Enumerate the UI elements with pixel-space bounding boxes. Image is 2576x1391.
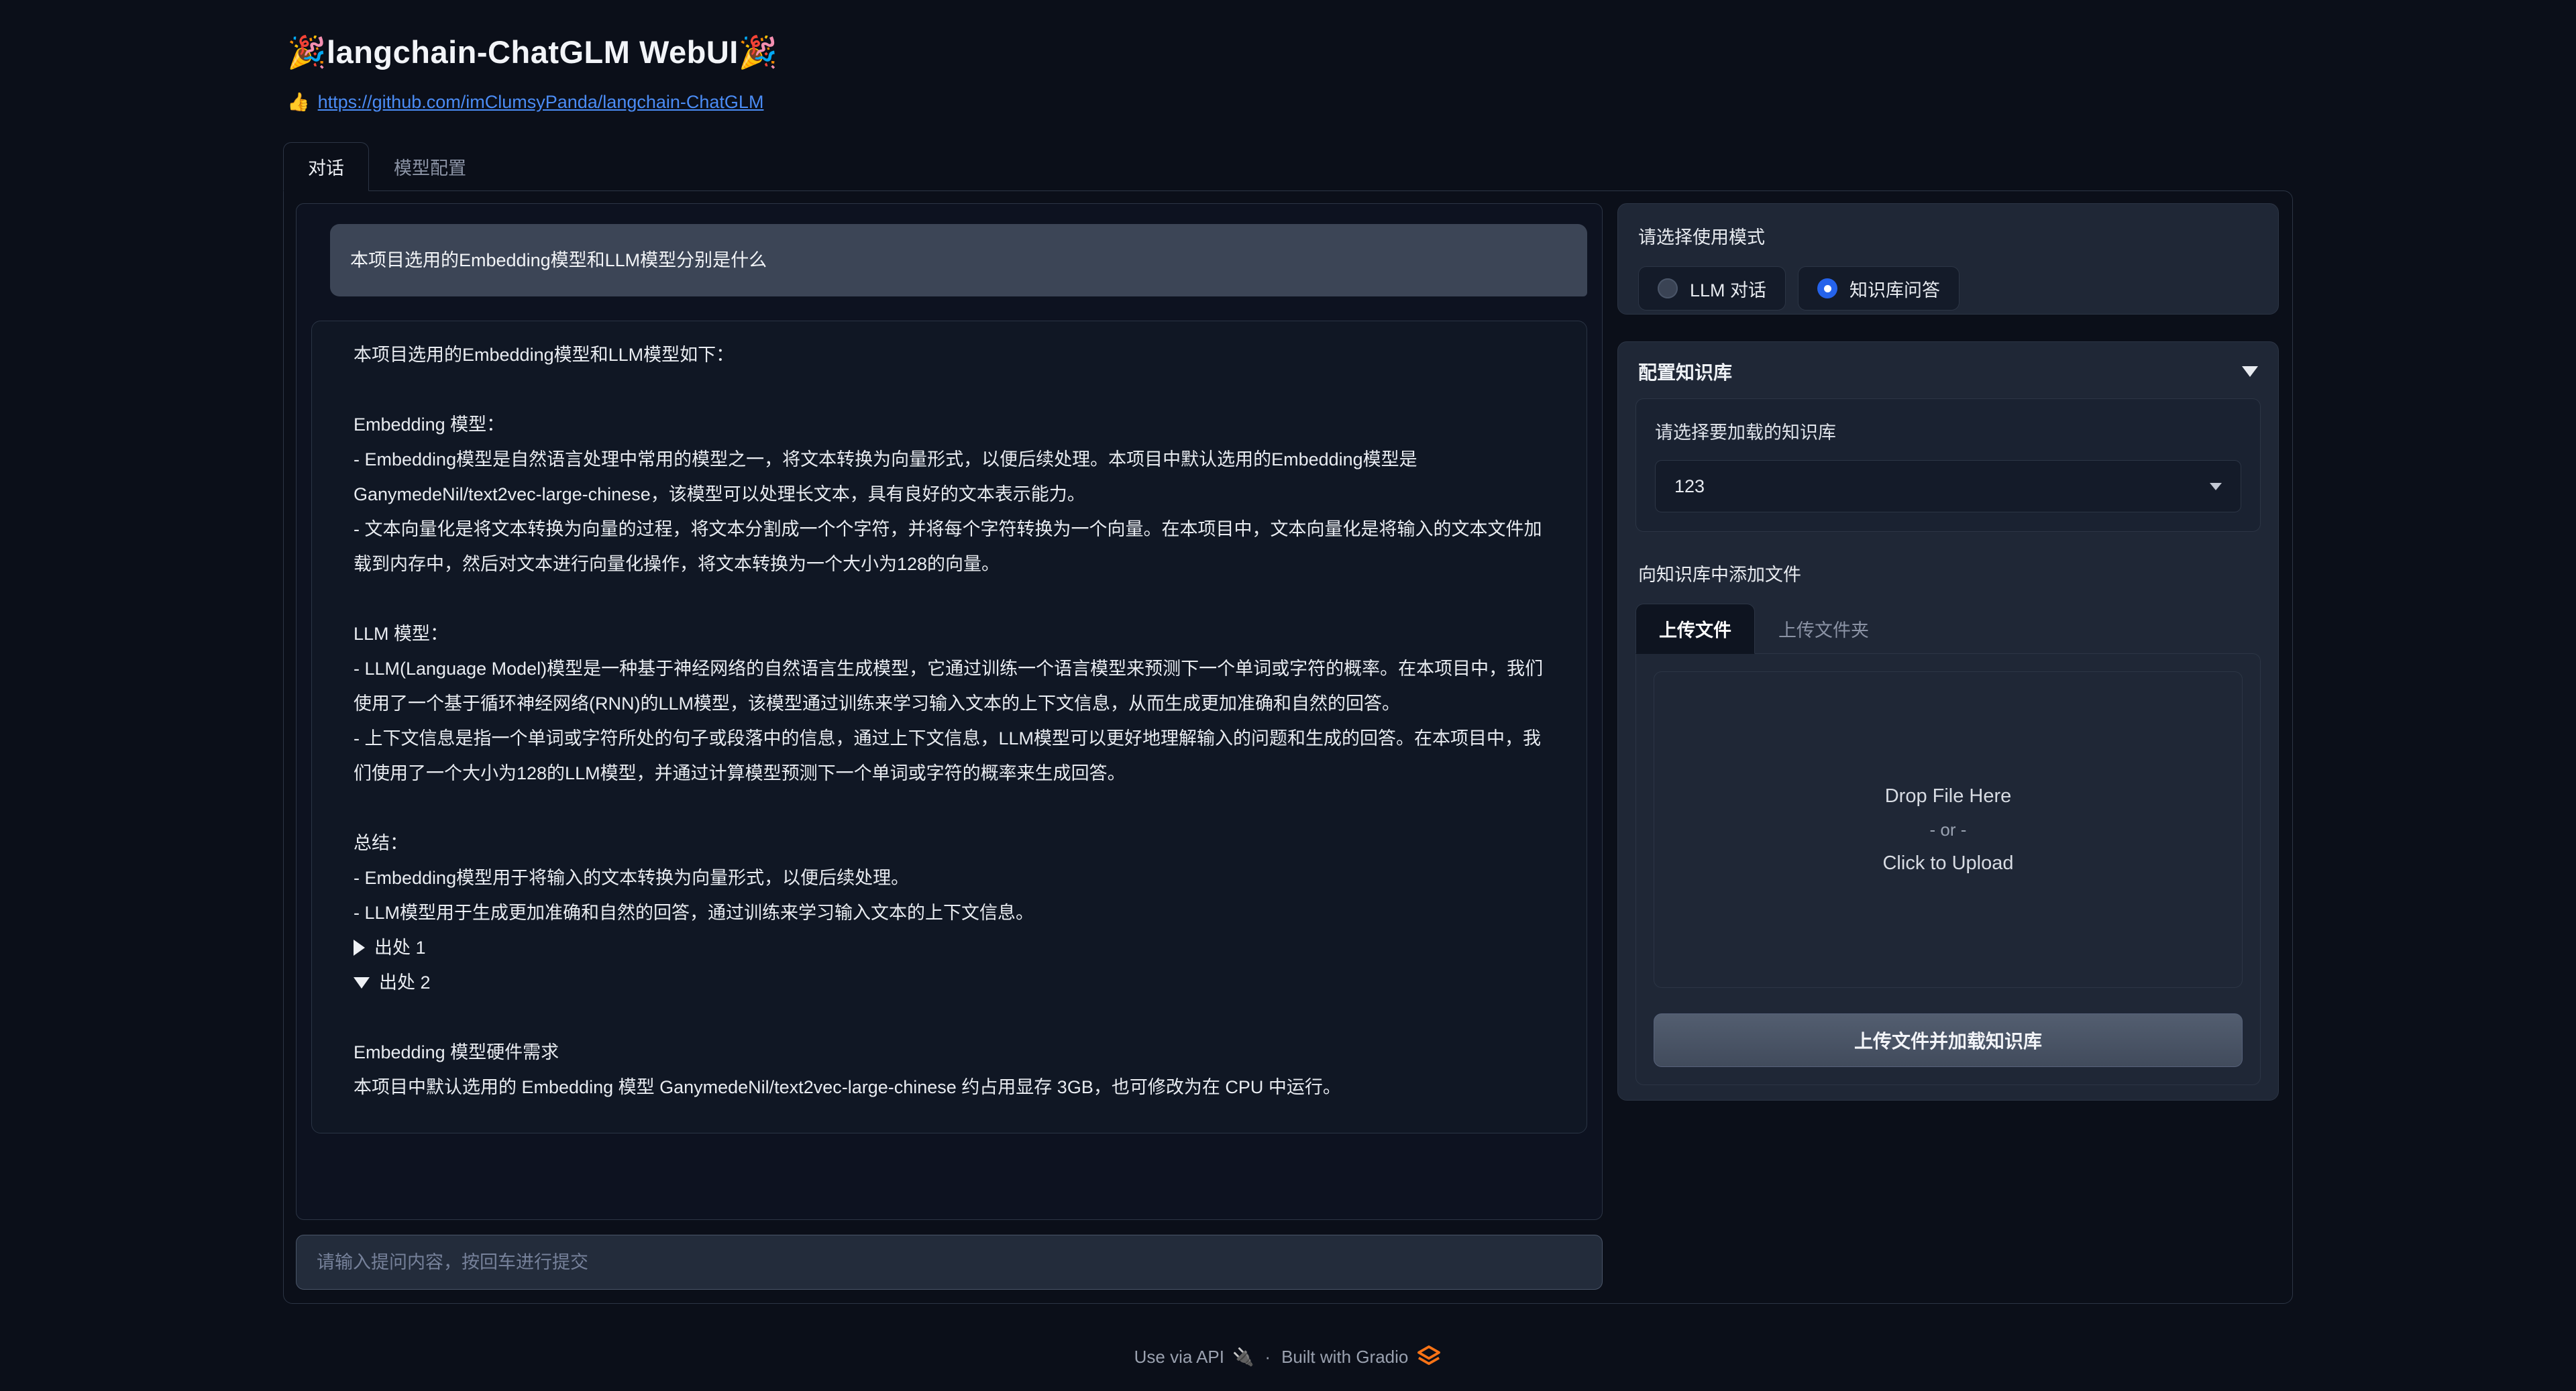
source-2-content-line: 本项目中默认选用的 Embedding 模型 GanymedeNil/text2… (354, 1070, 1545, 1105)
dropzone-line2: - or - (1930, 820, 1967, 840)
upload-tab-panel: Drop File Here - or - Click to Upload 上传… (1635, 653, 2261, 1085)
dropzone-line3: Click to Upload (1882, 852, 2013, 875)
triangle-down-icon (354, 977, 370, 989)
accordion-caret-icon (2242, 366, 2258, 377)
app-page: 🎉langchain-ChatGLM WebUI🎉 👍 https://gith… (283, 0, 2293, 1370)
bot-paragraph: - LLM(Language Model)模型是一种基于神经网络的自然语言生成模… (354, 651, 1545, 721)
plug-icon: 🔌 (1232, 1347, 1254, 1368)
add-file-label: 向知识库中添加文件 (1638, 560, 2258, 586)
tab-model-config[interactable]: 模型配置 (369, 142, 491, 191)
dropzone-line1: Drop File Here (1885, 785, 2012, 808)
triangle-right-icon (354, 940, 365, 956)
file-dropzone[interactable]: Drop File Here - or - Click to Upload (1654, 671, 2243, 988)
source-2-content-line: Embedding 模型硬件需求 (354, 1035, 1545, 1070)
spacer (354, 1000, 1545, 1035)
built-with-gradio-label: Built with Gradio (1281, 1347, 1408, 1368)
radio-llm-chat[interactable]: LLM 对话 (1638, 266, 1786, 311)
bot-paragraph: - Embedding模型用于将输入的文本转换为向量形式，以便后续处理。 (354, 860, 1545, 895)
chat-tab-panel: 本项目选用的Embedding模型和LLM模型分别是什么 本项目选用的Embed… (283, 190, 2293, 1304)
bot-paragraph: 本项目选用的Embedding模型和LLM模型如下： (354, 337, 1545, 372)
bot-paragraph: LLM 模型： (354, 616, 1545, 651)
thumbs-up-icon: 👍 (287, 91, 310, 113)
spacer (354, 372, 1545, 407)
mode-radio-group: LLM 对话 知识库问答 (1638, 266, 2258, 311)
tab-chat[interactable]: 对话 (283, 142, 369, 191)
source-1-label: 出处 1 (374, 930, 426, 965)
radio-knowledge-qa-label: 知识库问答 (1849, 276, 1940, 302)
bot-paragraph: - LLM模型用于生成更加准确和自然的回答，通过训练来学习输入文本的上下文信息。 (354, 895, 1545, 930)
kb-select-label: 请选择要加载的知识库 (1655, 418, 2241, 444)
footer: Use via API 🔌 · Built with Gradio (283, 1344, 2293, 1370)
upload-tabbar: 上传文件 上传文件夹 (1635, 604, 2261, 653)
radio-selected-icon (1817, 278, 1837, 298)
repo-link-row: 👍 https://github.com/imClumsyPanda/langc… (287, 91, 2293, 113)
main-tabbar: 对话 模型配置 (283, 142, 2293, 190)
mode-select-block: 请选择使用模式 LLM 对话 知识库问答 (1617, 203, 2279, 315)
question-input[interactable] (296, 1235, 1603, 1290)
tab-upload-file[interactable]: 上传文件 (1635, 604, 1755, 654)
mode-select-label: 请选择使用模式 (1638, 223, 2258, 249)
bot-message-bubble: 本项目选用的Embedding模型和LLM模型如下： Embedding 模型：… (311, 321, 1587, 1133)
spacer (354, 791, 1545, 826)
footer-separator: · (1265, 1347, 1271, 1368)
use-via-api-link[interactable]: Use via API 🔌 (1134, 1347, 1254, 1368)
radio-knowledge-qa[interactable]: 知识库问答 (1798, 266, 1960, 311)
user-message-bubble: 本项目选用的Embedding模型和LLM模型分别是什么 (330, 224, 1587, 296)
bot-paragraph: Embedding 模型： (354, 407, 1545, 442)
spacer (354, 581, 1545, 616)
built-with-gradio-link[interactable]: Built with Gradio (1281, 1344, 1442, 1370)
radio-unselected-icon (1658, 278, 1678, 298)
source-1-summary[interactable]: 出处 1 (354, 930, 1545, 965)
radio-llm-chat-label: LLM 对话 (1690, 276, 1766, 302)
repo-link[interactable]: https://github.com/imClumsyPanda/langcha… (318, 92, 764, 113)
bot-paragraph: - 文本向量化是将文本转换为向量的过程，将文本分割成一个个字符，并将每个字符转换… (354, 512, 1545, 581)
source-2-summary[interactable]: 出处 2 (354, 965, 1545, 1000)
bot-paragraph: - 上下文信息是指一个单词或字符所处的句子或段落中的信息，通过上下文信息，LLM… (354, 721, 1545, 791)
bot-paragraph: - Embedding模型是自然语言处理中常用的模型之一，将文本转换为向量形式，… (354, 442, 1545, 512)
chat-column: 本项目选用的Embedding模型和LLM模型分别是什么 本项目选用的Embed… (296, 203, 1603, 1290)
source-2-label: 出处 2 (379, 965, 431, 1000)
dropdown-caret-icon (2210, 483, 2222, 490)
kb-config-accordion: 配置知识库 请选择要加载的知识库 123 向知识库中添加文件 上传文件 上传文件… (1617, 341, 2279, 1101)
settings-column: 请选择使用模式 LLM 对话 知识库问答 配置知识库 (1617, 203, 2279, 1290)
kb-accordion-header[interactable]: 配置知识库 (1638, 358, 2258, 385)
page-title: 🎉langchain-ChatGLM WebUI🎉 (287, 34, 2293, 71)
kb-select-value: 123 (1674, 476, 1705, 497)
chatbot-panel: 本项目选用的Embedding模型和LLM模型分别是什么 本项目选用的Embed… (296, 203, 1603, 1220)
gradio-logo-icon (1416, 1344, 1442, 1370)
kb-accordion-title: 配置知识库 (1638, 358, 1732, 385)
kb-select-dropdown[interactable]: 123 (1655, 460, 2241, 512)
bot-paragraph: 总结： (354, 826, 1545, 860)
use-via-api-label: Use via API (1134, 1347, 1224, 1368)
upload-and-load-kb-button[interactable]: 上传文件并加载知识库 (1654, 1013, 2243, 1067)
tab-upload-folder[interactable]: 上传文件夹 (1755, 604, 1892, 654)
kb-select-box: 请选择要加载的知识库 123 (1635, 398, 2261, 532)
